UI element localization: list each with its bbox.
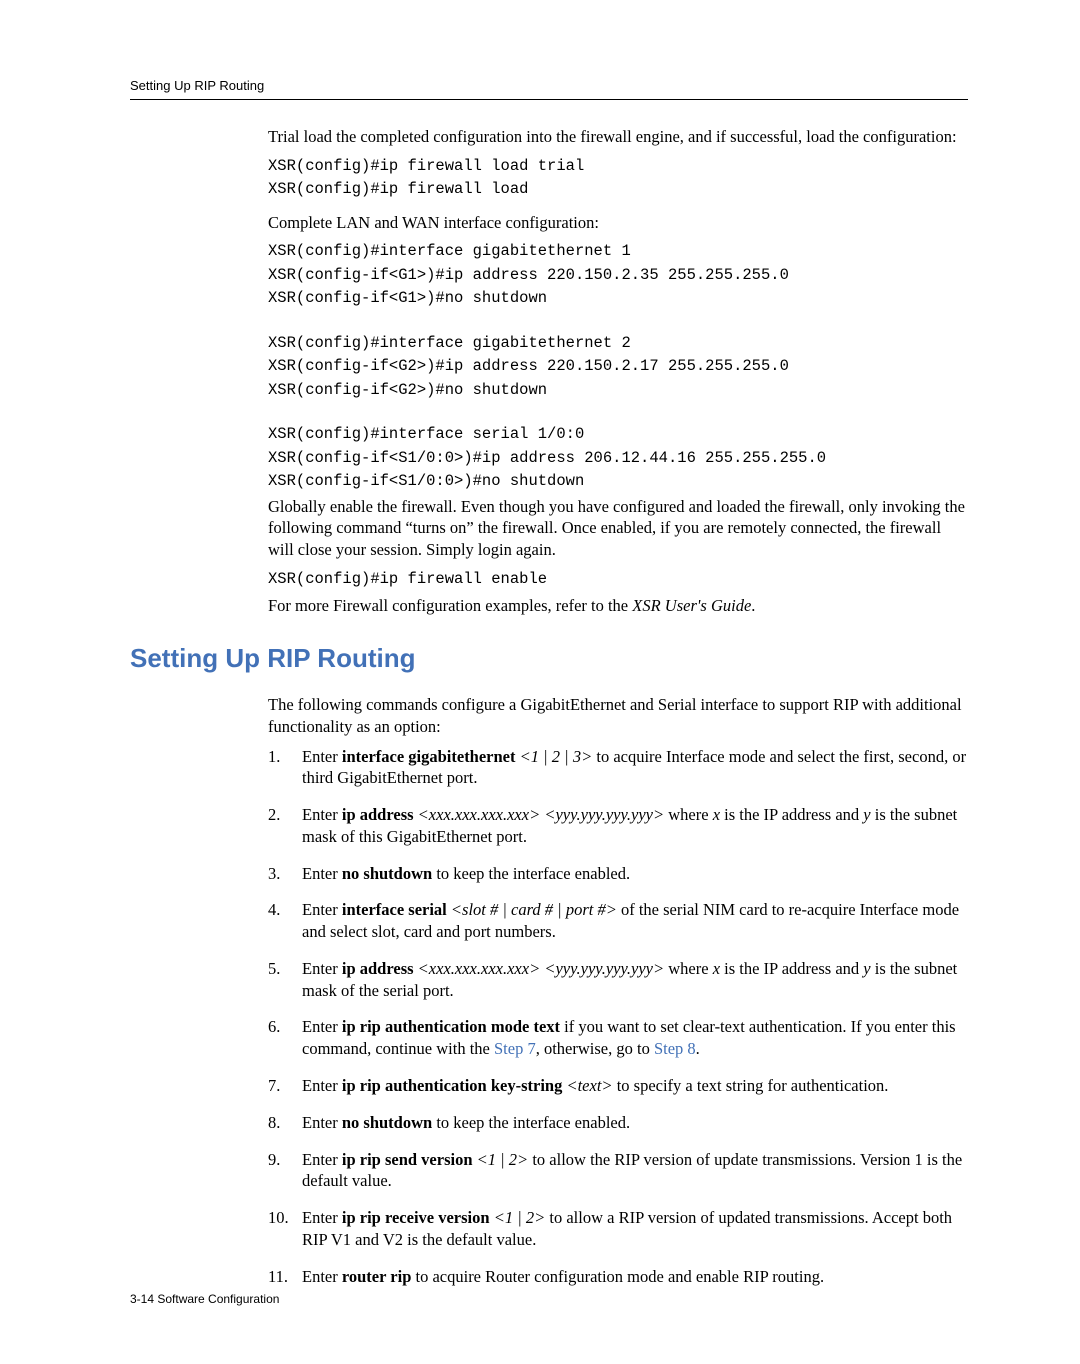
list-item: Enter interface gigabitethernet <1 | 2 |… <box>268 746 968 790</box>
text: to specify a text string for authenticat… <box>613 1076 889 1095</box>
code-line: XSR(config-if<G2>)#ip address 220.150.2.… <box>268 356 968 376</box>
code-line: XSR(config)#interface gigabitethernet 1 <box>268 241 968 261</box>
list-item: Enter ip rip send version <1 | 2> to all… <box>268 1149 968 1193</box>
code-block-4: XSR(config)#interface serial 1/0:0 XSR(c… <box>268 424 968 491</box>
param: <text> <box>566 1076 612 1095</box>
list-item: Enter ip rip authentication key-string <… <box>268 1075 968 1097</box>
param: <slot # | card # | port #> <box>451 900 617 919</box>
section-heading: Setting Up RIP Routing <box>130 643 968 674</box>
cmd: no shutdown <box>342 864 432 883</box>
body-para: Globally enable the firewall. Even thoug… <box>268 496 968 561</box>
text: where <box>664 805 713 824</box>
text: Enter <box>302 1208 342 1227</box>
code-line: XSR(config)#ip firewall load <box>268 179 968 199</box>
param: <1 | 2 | 3> <box>520 747 593 766</box>
text: is the IP address and <box>720 959 863 978</box>
param: <1 | 2> <box>494 1208 546 1227</box>
param: <xxx.xxx.xxx.xxx> <yyy.yyy.yyy.yyy> <box>418 805 664 824</box>
text: . <box>751 596 755 615</box>
doc-title-ref: XSR User's Guide <box>632 596 751 615</box>
var: y <box>863 959 870 978</box>
cmd: interface gigabitethernet <box>342 747 520 766</box>
body-para: For more Firewall configuration examples… <box>268 595 968 617</box>
text: Enter <box>302 864 342 883</box>
code-block-3: XSR(config)#interface gigabitethernet 2 … <box>268 333 968 400</box>
text: is the IP address and <box>720 805 863 824</box>
cmd: ip rip authentication mode text <box>342 1017 560 1036</box>
step-list: Enter interface gigabitethernet <1 | 2 |… <box>268 746 968 1288</box>
cmd: ip address <box>342 959 418 978</box>
param: <1 | 2> <box>477 1150 529 1169</box>
list-item: Enter ip rip authentication mode text if… <box>268 1016 968 1060</box>
cmd: no shutdown <box>342 1113 432 1132</box>
text: . <box>696 1039 700 1058</box>
main-content: Trial load the completed configuration i… <box>268 126 968 617</box>
code-block-5: XSR(config)#ip firewall enable <box>268 569 968 589</box>
text: Enter <box>302 1113 342 1132</box>
text: Enter <box>302 1076 342 1095</box>
text: Enter <box>302 1267 342 1286</box>
text: to keep the interface enabled. <box>432 1113 630 1132</box>
param: <xxx.xxx.xxx.xxx> <yyy.yyy.yyy.yyy> <box>418 959 664 978</box>
cmd: router rip <box>342 1267 412 1286</box>
cmd: ip rip authentication key-string <box>342 1076 567 1095</box>
cmd: interface serial <box>342 900 451 919</box>
code-line: XSR(config)#ip firewall enable <box>268 569 968 589</box>
code-line: XSR(config-if<G1>)#no shutdown <box>268 288 968 308</box>
code-block-2: XSR(config)#interface gigabitethernet 1 … <box>268 241 968 308</box>
list-item: Enter no shutdown to keep the interface … <box>268 1112 968 1134</box>
spacer <box>268 321 968 333</box>
list-item: Enter router rip to acquire Router confi… <box>268 1266 968 1288</box>
code-line: XSR(config)#ip firewall load trial <box>268 156 968 176</box>
text: , otherwise, go to <box>536 1039 654 1058</box>
code-line: XSR(config-if<S1/0:0>)#no shutdown <box>268 471 968 491</box>
list-item: Enter ip address <xxx.xxx.xxx.xxx> <yyy.… <box>268 804 968 848</box>
section-intro: The following commands configure a Gigab… <box>268 694 968 738</box>
page-footer: 3-14 Software Configuration <box>130 1292 279 1306</box>
code-line: XSR(config)#interface gigabitethernet 2 <box>268 333 968 353</box>
section-content: The following commands configure a Gigab… <box>268 694 968 1287</box>
text: Enter <box>302 900 342 919</box>
var: x <box>713 959 720 978</box>
header-rule <box>130 99 968 100</box>
text: Enter <box>302 1017 342 1036</box>
list-item: Enter ip rip receive version <1 | 2> to … <box>268 1207 968 1251</box>
list-item: Enter no shutdown to keep the interface … <box>268 863 968 885</box>
var: y <box>863 805 870 824</box>
cmd: ip address <box>342 805 418 824</box>
text: to keep the interface enabled. <box>432 864 630 883</box>
text: Enter <box>302 805 342 824</box>
cmd: ip rip send version <box>342 1150 477 1169</box>
text: where <box>664 959 713 978</box>
cmd: ip rip receive version <box>342 1208 494 1227</box>
list-item: Enter interface serial <slot # | card # … <box>268 899 968 943</box>
text: Enter <box>302 959 342 978</box>
code-line: XSR(config-if<G2>)#no shutdown <box>268 380 968 400</box>
list-item: Enter ip address <xxx.xxx.xxx.xxx> <yyy.… <box>268 958 968 1002</box>
running-header: Setting Up RIP Routing <box>130 78 968 93</box>
var: x <box>713 805 720 824</box>
code-block-1: XSR(config)#ip firewall load trial XSR(c… <box>268 156 968 200</box>
spacer <box>268 412 968 424</box>
text: to acquire Router configuration mode and… <box>411 1267 824 1286</box>
code-line: XSR(config)#interface serial 1/0:0 <box>268 424 968 444</box>
step-link[interactable]: Step 7 <box>494 1039 536 1058</box>
text: For more Firewall configuration examples… <box>268 596 632 615</box>
intro-para-1: Trial load the completed configuration i… <box>268 126 968 148</box>
text: Enter <box>302 1150 342 1169</box>
intro-para-2: Complete LAN and WAN interface configura… <box>268 212 968 234</box>
step-link[interactable]: Step 8 <box>654 1039 696 1058</box>
text: Enter <box>302 747 342 766</box>
code-line: XSR(config-if<S1/0:0>)#ip address 206.12… <box>268 448 968 468</box>
code-line: XSR(config-if<G1>)#ip address 220.150.2.… <box>268 265 968 285</box>
